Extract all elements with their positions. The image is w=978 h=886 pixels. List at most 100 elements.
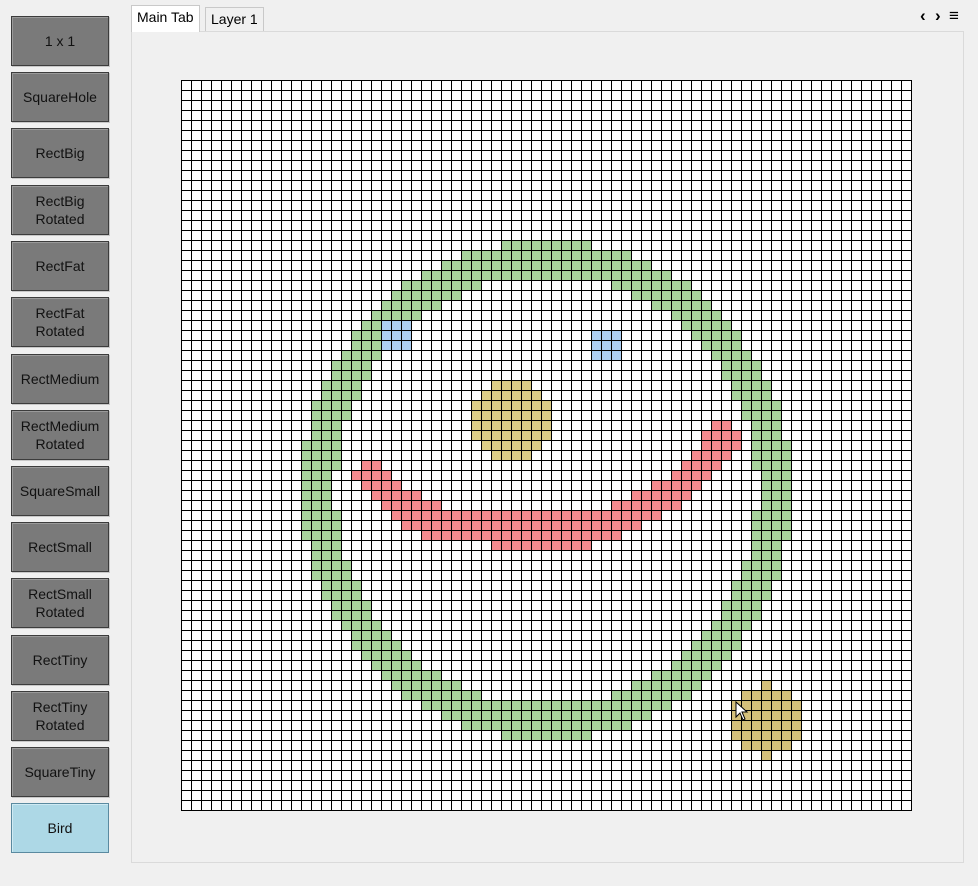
filled-cell xyxy=(501,720,511,730)
filled-cell xyxy=(741,370,751,380)
filled-cell xyxy=(751,420,761,430)
filled-cell xyxy=(471,710,481,720)
filled-cell xyxy=(511,250,521,260)
filled-cell xyxy=(581,720,591,730)
brush-button-rect-small[interactable]: RectSmall xyxy=(11,522,109,572)
filled-cell xyxy=(731,720,741,730)
chevron-left-icon[interactable]: ‹ xyxy=(920,6,926,26)
filled-cell xyxy=(571,530,581,540)
brush-button-rect-fat-rotated[interactable]: RectFat Rotated xyxy=(11,297,109,347)
brush-button-square-small[interactable]: SquareSmall xyxy=(11,466,109,516)
filled-cell xyxy=(681,290,691,300)
filled-cell xyxy=(531,710,541,720)
filled-cell xyxy=(401,670,411,680)
tab-main[interactable]: Main Tab xyxy=(131,5,200,32)
brush-button-rect-fat[interactable]: RectFat xyxy=(11,241,109,291)
filled-cell xyxy=(761,420,771,430)
filled-cell xyxy=(771,420,781,430)
filled-cell xyxy=(501,730,511,740)
filled-cell xyxy=(751,600,761,610)
filled-cell xyxy=(701,430,711,440)
filled-cell xyxy=(441,700,451,710)
filled-cell xyxy=(481,430,491,440)
filled-cell xyxy=(551,710,561,720)
filled-cell xyxy=(421,270,431,280)
brush-button-rect-small-rotated[interactable]: RectSmall Rotated xyxy=(11,578,109,628)
filled-cell xyxy=(721,430,731,440)
filled-cell xyxy=(381,480,391,490)
filled-cell xyxy=(761,450,771,460)
pixel-grid[interactable] xyxy=(181,80,912,811)
filled-cell xyxy=(611,690,621,700)
filled-cell xyxy=(621,500,631,510)
filled-cell xyxy=(741,740,751,750)
filled-cell xyxy=(721,620,731,630)
filled-cell xyxy=(501,430,511,440)
brush-button-rect-medium[interactable]: RectMedium xyxy=(11,354,109,404)
filled-cell xyxy=(751,560,761,570)
filled-cell xyxy=(361,630,371,640)
filled-cell xyxy=(691,460,701,470)
filled-cell xyxy=(491,250,501,260)
filled-cell xyxy=(491,440,501,450)
filled-cell xyxy=(511,720,521,730)
filled-cell xyxy=(761,590,771,600)
filled-cell xyxy=(731,590,741,600)
brush-button-rect-tiny-rotated[interactable]: RectTiny Rotated xyxy=(11,691,109,741)
filled-cell xyxy=(421,670,431,680)
brush-button-bird[interactable]: Bird xyxy=(11,803,109,853)
brush-button-rect-big[interactable]: RectBig xyxy=(11,128,109,178)
filled-cell xyxy=(331,570,341,580)
filled-cell xyxy=(611,500,621,510)
filled-cell xyxy=(721,440,731,450)
filled-cell xyxy=(421,280,431,290)
filled-cell xyxy=(721,420,731,430)
brush-palette: 1 x 1 SquareHole RectBig RectBig Rotated… xyxy=(0,0,118,886)
chevron-right-icon[interactable]: › xyxy=(935,6,941,26)
brush-button-square-hole[interactable]: SquareHole xyxy=(11,72,109,122)
filled-cell xyxy=(381,310,391,320)
filled-cell xyxy=(391,340,401,350)
menu-icon[interactable]: ≡ xyxy=(949,6,959,26)
brush-button-square-tiny[interactable]: SquareTiny xyxy=(11,747,109,797)
filled-cell xyxy=(521,380,531,390)
brush-button-1x1[interactable]: 1 x 1 xyxy=(11,16,109,66)
filled-cell xyxy=(711,450,721,460)
filled-cell xyxy=(561,270,571,280)
filled-cell xyxy=(531,400,541,410)
tab-layer-1[interactable]: Layer 1 xyxy=(205,7,264,31)
filled-cell xyxy=(561,700,571,710)
filled-cell xyxy=(701,670,711,680)
filled-cell xyxy=(581,710,591,720)
filled-cell xyxy=(361,650,371,660)
filled-cell xyxy=(701,330,711,340)
filled-cell xyxy=(331,580,341,590)
filled-cell xyxy=(581,270,591,280)
filled-cell xyxy=(621,510,631,520)
filled-cell xyxy=(421,680,431,690)
filled-cell xyxy=(571,510,581,520)
filled-cell xyxy=(311,520,321,530)
filled-cell xyxy=(781,700,791,710)
filled-cell xyxy=(721,350,731,360)
filled-cell xyxy=(691,290,701,300)
filled-cell xyxy=(751,690,761,700)
filled-cell xyxy=(711,630,721,640)
filled-cell xyxy=(311,420,321,430)
filled-cell xyxy=(491,400,501,410)
filled-cell xyxy=(611,270,621,280)
brush-button-rect-tiny[interactable]: RectTiny xyxy=(11,635,109,685)
filled-cell xyxy=(621,250,631,260)
filled-cell xyxy=(431,500,441,510)
filled-cell xyxy=(381,490,391,500)
brush-button-rect-big-rotated[interactable]: RectBig Rotated xyxy=(11,185,109,235)
filled-cell xyxy=(491,390,501,400)
filled-cell xyxy=(491,260,501,270)
brush-button-rect-medium-rotated[interactable]: RectMedium Rotated xyxy=(11,410,109,460)
filled-cell xyxy=(441,530,451,540)
filled-cell xyxy=(461,700,471,710)
filled-cell xyxy=(711,420,721,430)
filled-cell xyxy=(741,600,751,610)
filled-cell xyxy=(621,520,631,530)
pixel-canvas[interactable] xyxy=(181,80,912,811)
